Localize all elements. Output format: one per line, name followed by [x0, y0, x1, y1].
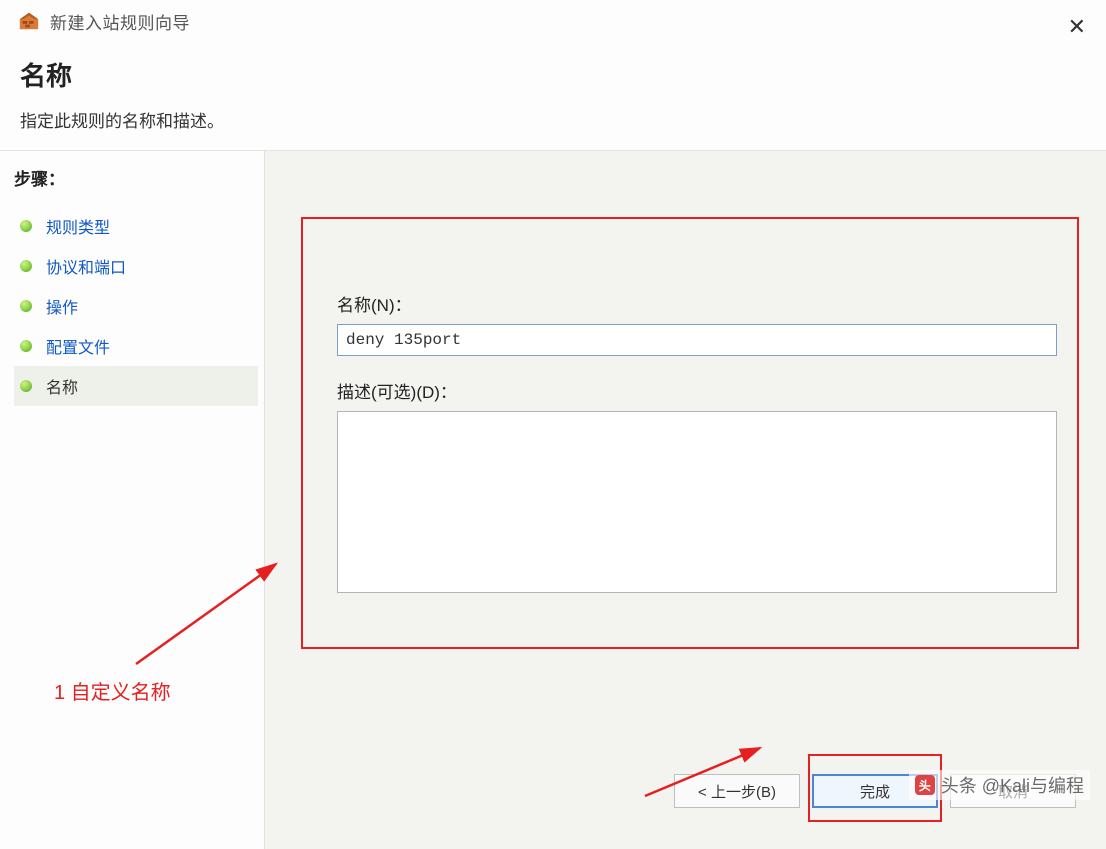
firewall-icon: [18, 10, 40, 32]
back-button[interactable]: < 上一步(B): [674, 774, 800, 808]
page-subtitle: 指定此规则的名称和描述。: [20, 107, 1086, 132]
annotation-text-1: 1 自定义名称: [54, 676, 171, 705]
description-label: 描述(可选)(D)：: [337, 378, 1057, 403]
steps-label: 步骤：: [14, 165, 264, 190]
step-label: 配置文件: [46, 334, 110, 358]
finish-button-label: 完成: [860, 781, 890, 802]
name-label: 名称(N)：: [337, 291, 1057, 316]
steps-sidebar: 步骤： 规则类型 协议和端口 操作 配置文件 名称: [0, 151, 264, 849]
bullet-icon: [20, 340, 32, 352]
step-profile[interactable]: 配置文件: [14, 326, 258, 366]
step-label: 协议和端口: [46, 254, 126, 278]
back-button-label: < 上一步(B): [698, 781, 776, 802]
bullet-icon: [20, 220, 32, 232]
bullet-icon: [20, 260, 32, 272]
step-name[interactable]: 名称: [14, 366, 258, 406]
name-input[interactable]: [337, 324, 1057, 356]
step-protocol-port[interactable]: 协议和端口: [14, 246, 258, 286]
step-label: 规则类型: [46, 214, 110, 238]
step-label: 操作: [46, 294, 78, 318]
watermark-text: 头条 @Kali与编程: [941, 772, 1084, 798]
step-rule-type[interactable]: 规则类型: [14, 206, 258, 246]
main-panel: 名称(N)： 描述(可选)(D)：: [264, 151, 1106, 849]
wizard-body: 步骤： 规则类型 协议和端口 操作 配置文件 名称 名称(N)： 描述(可选)(…: [0, 151, 1106, 849]
step-label: 名称: [46, 374, 78, 398]
watermark-icon: 头: [915, 775, 935, 795]
description-textarea[interactable]: [337, 411, 1057, 593]
bullet-icon: [20, 380, 32, 392]
close-button[interactable]: ✕: [1068, 14, 1086, 40]
page-heading: 名称: [20, 56, 1086, 93]
wizard-header: 名称 指定此规则的名称和描述。: [0, 42, 1106, 151]
bullet-icon: [20, 300, 32, 312]
form-area: 名称(N)： 描述(可选)(D)：: [337, 291, 1057, 598]
step-action[interactable]: 操作: [14, 286, 258, 326]
window-title: 新建入站规则向导: [50, 9, 190, 34]
titlebar: 新建入站规则向导: [0, 0, 1106, 42]
watermark: 头 头条 @Kali与编程: [909, 770, 1090, 800]
